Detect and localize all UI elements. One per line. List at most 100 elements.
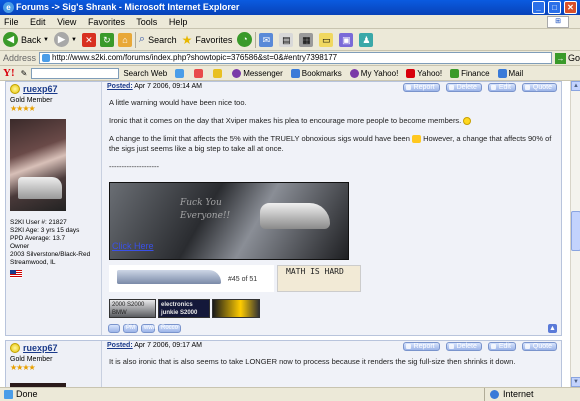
user-stats: S2KI User #: 21827 S2KI Age: 3 yrs 15 da… xyxy=(10,219,97,267)
yahoo-tool-icon[interactable] xyxy=(194,68,205,78)
search-button[interactable]: ⌕ Search xyxy=(139,31,177,49)
signature-divider: -------------------- xyxy=(109,162,159,171)
close-button[interactable]: ✕ xyxy=(564,1,577,14)
go-button[interactable]: → Go xyxy=(554,52,580,64)
report-button[interactable]: Report xyxy=(402,83,440,92)
yahoo-tool-icon[interactable] xyxy=(213,68,224,78)
s2000-bmw-badge: 2000 S2000 BMW xyxy=(109,299,156,318)
post-paragraph: A little warning would have been nice to… xyxy=(109,98,247,107)
messenger-icon[interactable]: ♟ xyxy=(359,32,374,47)
click-here-link[interactable]: Click Here xyxy=(112,241,154,251)
search-web-button[interactable]: Search Web xyxy=(123,69,167,78)
page-done-icon xyxy=(4,390,13,399)
username-link[interactable]: ruexp67 xyxy=(10,343,97,353)
username-link[interactable]: ruexp67 xyxy=(10,84,97,94)
back-to-top-icon[interactable]: ▲ xyxy=(548,324,557,333)
online-status-icon xyxy=(10,343,20,353)
go-arrow-icon: → xyxy=(554,52,566,64)
mail-icon[interactable]: ✉ xyxy=(259,32,274,47)
print-icon[interactable]: ▤ xyxy=(279,32,294,47)
chevron-down-icon[interactable]: ▼ xyxy=(71,37,77,43)
back-arrow-icon: ◀ xyxy=(3,32,18,47)
back-button[interactable]: ◀ Back ▼ xyxy=(3,31,49,49)
delete-button[interactable]: Delete xyxy=(445,342,482,351)
stop-icon[interactable]: ✕ xyxy=(81,32,96,47)
menu-view[interactable]: View xyxy=(57,17,76,27)
image-counter: #45 of 51 xyxy=(228,276,258,283)
address-url: http://www.s2ki.com/forums/index.php?sho… xyxy=(52,53,338,62)
messenger-button[interactable]: Messenger xyxy=(232,68,283,78)
www-button[interactable]: www xyxy=(141,324,157,333)
chevron-down-icon[interactable]: ▼ xyxy=(43,37,49,43)
my-yahoo-label: My Yahoo! xyxy=(360,68,399,78)
ie-logo-icon: e xyxy=(3,2,14,13)
scroll-thumb[interactable] xyxy=(571,211,580,251)
pm-button[interactable]: PM xyxy=(123,324,138,333)
media-icon[interactable]: ◔ xyxy=(237,32,253,47)
signature-banner[interactable]: Fuck You Everyone!! Click Here xyxy=(109,182,349,260)
quote-button[interactable]: Quote xyxy=(521,342,557,351)
page-icon xyxy=(42,54,51,62)
finance-button[interactable]: Finance xyxy=(450,68,490,78)
post-actions: Report Delete Edit Quote xyxy=(397,342,557,351)
status-text: Done xyxy=(16,389,38,399)
report-button[interactable]: Report xyxy=(402,342,440,351)
zone-label: Internet xyxy=(503,389,534,399)
forum-post: ruexp67 Gold Member ★★★★ S2KI User #: 21… xyxy=(5,81,562,336)
mail-button[interactable]: Mail xyxy=(497,68,524,78)
ppd-average: PPD Average: 13.7 xyxy=(10,235,66,242)
yellow-car-badge xyxy=(212,299,260,318)
post-paragraph: Ironic that it comes on the day that Xvi… xyxy=(109,116,462,125)
username: ruexp67 xyxy=(23,84,58,94)
scroll-down-icon[interactable]: ▼ xyxy=(571,377,580,387)
delete-button[interactable]: Delete xyxy=(445,83,482,92)
post-paragraph: A change to the limit that affects the 5… xyxy=(109,134,410,143)
bookmarks-button[interactable]: Bookmarks xyxy=(290,68,342,78)
refresh-icon[interactable]: ↻ xyxy=(99,32,114,47)
edit-page-icon[interactable]: ▦ xyxy=(299,32,314,47)
minimize-button[interactable]: _ xyxy=(532,1,545,14)
menu-help[interactable]: Help xyxy=(169,17,188,27)
profile-icon[interactable] xyxy=(108,324,120,333)
post-header: Posted: Apr 7 2006, 09:17 AM xyxy=(107,342,202,349)
discuss-icon[interactable]: ▭ xyxy=(319,32,334,47)
pencil-icon[interactable]: ✎ xyxy=(21,69,28,78)
yahoo-tool-icon[interactable] xyxy=(175,68,186,78)
signature-script-text: Fuck You Everyone!! xyxy=(180,198,231,221)
yahoo-search-input[interactable] xyxy=(31,67,120,79)
messenger-label: Messenger xyxy=(243,68,283,78)
post-footer: PM www Rocco xyxy=(108,324,184,333)
favorites-button[interactable]: ★ Favorites xyxy=(182,31,233,49)
mail-label: Mail xyxy=(508,68,524,78)
maximize-button[interactable]: □ xyxy=(548,1,561,14)
yahoo-button[interactable]: Yahoo! xyxy=(406,68,442,78)
research-icon[interactable]: ▣ xyxy=(339,32,354,47)
post-date: Apr 7 2006, 09:17 AM xyxy=(134,342,202,349)
globe-icon xyxy=(490,390,499,399)
menu-tools[interactable]: Tools xyxy=(136,17,157,27)
favorites-label: Favorites xyxy=(195,34,233,45)
rank-stars: ★★★★ xyxy=(10,363,36,372)
aim-button[interactable]: Rocco xyxy=(158,324,182,333)
window-title: Forums -> Sig's Shrank - Microsoft Inter… xyxy=(16,2,240,12)
edit-button[interactable]: Edit xyxy=(487,342,516,351)
my-yahoo-button[interactable]: My Yahoo! xyxy=(349,68,399,78)
menu-edit[interactable]: Edit xyxy=(30,17,46,27)
menu-favorites[interactable]: Favorites xyxy=(88,17,125,27)
yahoo-logo[interactable]: Y! xyxy=(3,67,15,79)
quote-button[interactable]: Quote xyxy=(521,83,557,92)
home-icon[interactable]: ⌂ xyxy=(117,32,132,47)
user-info-panel: ruexp67 Gold Member ★★★★ xyxy=(6,341,102,387)
scroll-up-icon[interactable]: ▲ xyxy=(571,81,580,91)
edit-button[interactable]: Edit xyxy=(487,83,516,92)
finance-label: Finance xyxy=(461,68,490,78)
smiley-icon xyxy=(463,117,472,126)
vertical-scrollbar[interactable]: ▲ ▼ xyxy=(570,81,580,387)
back-label: Back xyxy=(21,34,42,45)
car-blueprint-image: #45 of 51 xyxy=(109,265,274,292)
math-is-hard-image: MATH IS HARD xyxy=(277,265,361,292)
forward-button[interactable]: ▶ ▼ xyxy=(53,31,77,49)
menu-file[interactable]: File xyxy=(4,17,19,27)
electronics-junkie-badge: electronics junkie S2000 xyxy=(158,299,210,318)
address-input[interactable]: http://www.s2ki.com/forums/index.php?sho… xyxy=(39,52,552,64)
